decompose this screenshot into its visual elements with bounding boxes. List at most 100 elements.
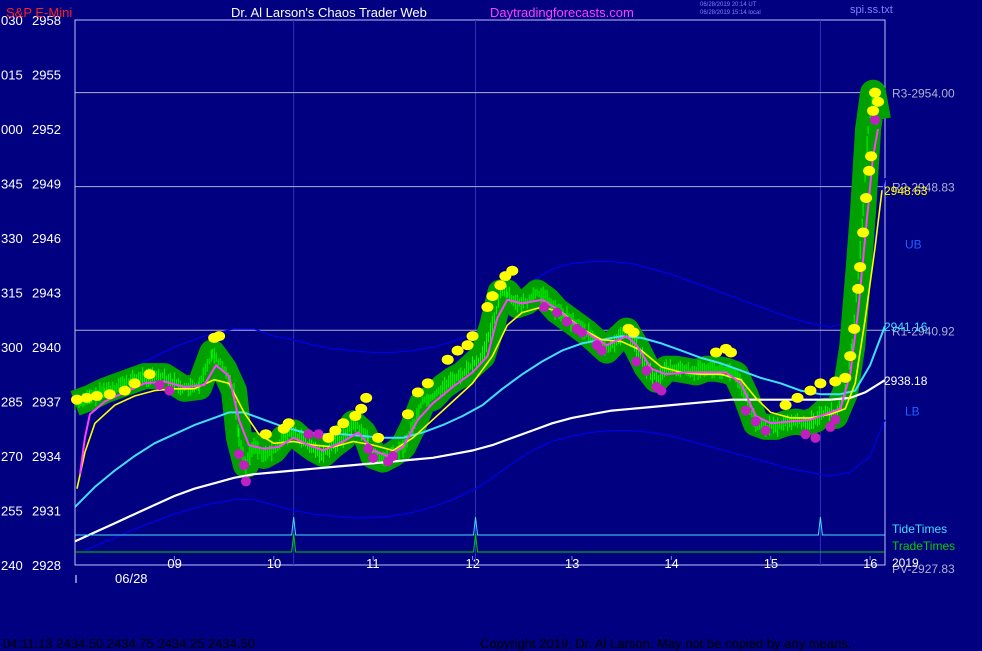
line-value-label: 2938.18	[884, 374, 928, 388]
yellow-dot	[360, 392, 373, 403]
trade-times-label: TradeTimes	[892, 539, 955, 553]
line-value-label: 2941.16	[884, 320, 928, 334]
yellow-dot	[282, 418, 295, 429]
yellow-dot	[506, 265, 519, 276]
magenta-dot	[303, 429, 314, 440]
symbol-title: S&P E-Mini	[6, 5, 73, 20]
y-tick-label: 2940	[32, 340, 61, 355]
y-tick-label: 2952	[32, 122, 61, 137]
timestamp-utc: 06/28/2019 20:14 UT	[700, 2, 757, 8]
yellow-dot	[804, 385, 817, 396]
magenta-dot	[552, 307, 563, 318]
yellow-dot	[852, 283, 865, 294]
date-label: 06/28	[115, 571, 148, 586]
y-tick-label-left: 000	[1, 122, 23, 137]
yellow-dot	[869, 87, 882, 98]
level-label: R3-2954.00	[892, 87, 955, 101]
magenta-dot	[870, 114, 881, 125]
yellow-dot	[814, 378, 827, 389]
yellow-dot	[128, 378, 141, 389]
yellow-dot	[848, 323, 861, 334]
yellow-dot	[481, 302, 494, 313]
yellow-dot	[213, 331, 226, 342]
magenta-dot	[576, 327, 587, 338]
tide-times-line	[75, 516, 885, 536]
magenta-dot	[368, 452, 379, 463]
magenta-dot	[154, 380, 165, 391]
y-tick-label: 2955	[32, 68, 61, 83]
y-tick-label: 2931	[32, 504, 61, 519]
y-tick-label-left: 240	[1, 558, 23, 573]
site-url-link[interactable]: Daytradingforecasts.com	[490, 5, 634, 20]
price-chart: 030 2958015 2955000 2952345 2949330 2946315 29…	[1, 13, 955, 586]
magenta-dot	[363, 443, 374, 454]
magenta-dot	[238, 460, 249, 471]
file-name: spi.ss.txt	[850, 4, 893, 16]
quote-readout: 04:11:13 2434.50 2434.75 2434.25 2434.50	[3, 636, 256, 651]
site-title: Dr. Al Larson's Chaos Trader Web	[231, 5, 427, 20]
magenta-dot	[388, 451, 399, 461]
yellow-dot	[724, 347, 737, 358]
yellow-dot	[80, 392, 93, 403]
yellow-dot	[143, 369, 156, 380]
yellow-dot	[355, 403, 368, 414]
magenta-dot	[233, 449, 244, 460]
magenta-dot	[561, 316, 572, 327]
y-tick-label: 2946	[32, 231, 61, 246]
timestamp-local: 06/28/2019 15:14 local	[700, 10, 761, 16]
magenta-dot	[656, 385, 667, 396]
yellow-dot	[411, 387, 424, 398]
timing-end-label: 2019	[892, 556, 919, 570]
yellow-dot	[863, 165, 876, 176]
y-tick-label: 2928	[32, 558, 61, 573]
yellow-dot	[854, 262, 867, 273]
band-label: UB	[905, 237, 922, 251]
yellow-dot	[337, 418, 350, 429]
yellow-dot	[421, 378, 434, 389]
yellow-dot	[461, 340, 474, 351]
y-tick-label: 2949	[32, 177, 61, 192]
y-tick-label: 2937	[32, 395, 61, 410]
yellow-dot	[872, 96, 885, 107]
y-tick-label-left: 330	[1, 231, 23, 246]
yellow-dot	[118, 385, 131, 396]
yellow-dot	[779, 400, 792, 411]
y-tick-label-left: 015	[1, 68, 23, 83]
copyright-notice: Copyright 2019, Dr. Al Larson. May not b…	[480, 636, 852, 651]
magenta-dot	[750, 416, 761, 427]
tide-times-label: TideTimes	[892, 522, 947, 536]
magenta-dot	[830, 414, 841, 425]
trade-times-line	[75, 533, 885, 553]
magenta-dot	[539, 302, 550, 313]
yellow-dot	[860, 193, 873, 204]
yellow-dot	[259, 429, 272, 440]
magenta-dot	[240, 476, 251, 487]
yellow-dot	[486, 291, 499, 302]
y-tick-label-left: 255	[1, 504, 23, 519]
yellow-dot	[401, 409, 414, 420]
yellow-dot	[70, 394, 83, 405]
yellow-dot	[90, 391, 103, 402]
magenta-dot	[164, 385, 175, 396]
magenta-dot	[641, 365, 652, 376]
y-tick-label-left: 270	[1, 449, 23, 464]
plot-frame	[74, 19, 886, 566]
band-label: LB	[905, 405, 920, 419]
magenta-dot	[631, 356, 642, 367]
yellow-dot	[844, 351, 857, 362]
yellow-dot	[867, 105, 880, 116]
yellow-dot	[103, 389, 116, 400]
y-tick-label-left: 345	[1, 177, 23, 192]
yellow-dot	[494, 280, 507, 291]
magenta-dot	[596, 345, 607, 356]
yellow-dot	[627, 327, 640, 338]
yellow-dot	[791, 392, 804, 403]
magenta-dot	[800, 429, 811, 440]
yellow-dot	[372, 432, 385, 443]
y-tick-label-left: 315	[1, 286, 23, 301]
yellow-dot	[466, 331, 479, 342]
magenta-dot	[760, 425, 771, 436]
line-value-label: 2948.63	[884, 184, 928, 198]
yellow-dot	[451, 345, 464, 356]
magenta-dot	[810, 432, 821, 443]
